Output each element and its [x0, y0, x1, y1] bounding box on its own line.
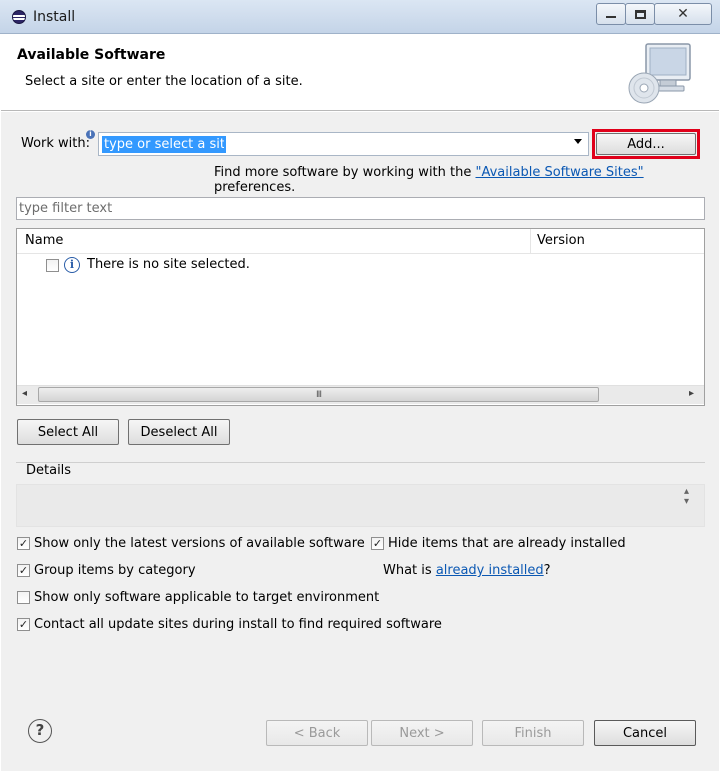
eclipse-app-icon	[12, 10, 26, 24]
table-header	[17, 229, 704, 254]
close-button[interactable]: ✕	[654, 3, 712, 25]
add-button[interactable]: Add...	[596, 133, 696, 155]
already-installed-link[interactable]: already installed	[436, 563, 544, 578]
close-icon: ✕	[677, 6, 689, 22]
page-title: Available Software	[17, 47, 166, 63]
window-title: Install	[33, 9, 76, 25]
next-button[interactable]: Next >	[371, 720, 473, 746]
minimize-button[interactable]	[596, 3, 626, 25]
cancel-button[interactable]: Cancel	[594, 720, 696, 746]
work-with-label: Work with:	[21, 136, 91, 151]
what-is-prefix: What is	[383, 563, 436, 578]
contact-update-sites-checkbox[interactable]: ✓	[17, 618, 30, 631]
target-environment-checkbox[interactable]	[17, 591, 30, 604]
find-more-prefix: Find more software by working with the	[214, 165, 476, 180]
contact-update-sites-label: Contact all update sites during install …	[34, 617, 442, 632]
what-is-installed-text: What is already installed?	[383, 563, 551, 578]
what-is-suffix: ?	[543, 563, 551, 578]
target-environment-label: Show only software applicable to target …	[34, 590, 380, 605]
column-header-name[interactable]: Name	[25, 233, 63, 248]
maximize-button[interactable]	[625, 3, 655, 25]
filter-input[interactable]	[19, 200, 699, 217]
available-software-sites-link[interactable]: "Available Software Sites"	[476, 165, 644, 180]
work-with-combo[interactable]	[98, 132, 589, 156]
details-area	[16, 484, 705, 527]
back-button[interactable]: < Back	[266, 720, 368, 746]
minimize-icon	[606, 16, 616, 18]
details-scroll-arrows-icon[interactable]: ▴ ▾	[684, 487, 689, 507]
contact-update-sites-option[interactable]: ✓ Contact all update sites during instal…	[17, 617, 442, 632]
dropdown-arrow-icon[interactable]	[574, 139, 582, 144]
page-subtitle: Select a site or enter the location of a…	[25, 74, 303, 89]
hide-installed-checkbox[interactable]: ✓	[371, 537, 384, 550]
hide-installed-option[interactable]: ✓ Hide items that are already installed	[371, 536, 626, 551]
scroll-right-arrow-icon[interactable]: ▸	[689, 388, 694, 399]
deselect-all-button[interactable]: Deselect All	[128, 419, 230, 445]
latest-versions-label: Show only the latest versions of availab…	[34, 536, 365, 551]
details-label: Details	[26, 463, 72, 478]
find-more-suffix: preferences.	[214, 180, 296, 195]
hide-installed-label: Hide items that are already installed	[388, 536, 626, 551]
filter-box[interactable]	[16, 197, 705, 220]
latest-versions-checkbox[interactable]: ✓	[17, 537, 30, 550]
software-table[interactable]	[16, 228, 705, 406]
details-separator	[16, 462, 705, 463]
info-decoration-icon: i	[86, 130, 95, 139]
group-by-category-label: Group items by category	[34, 563, 196, 578]
info-icon: i	[64, 257, 80, 273]
group-by-category-option[interactable]: ✓ Group items by category	[17, 563, 196, 578]
column-divider[interactable]	[530, 229, 531, 254]
find-more-text: Find more software by working with the "…	[214, 165, 720, 195]
latest-versions-option[interactable]: ✓ Show only the latest versions of avail…	[17, 536, 365, 551]
target-environment-option[interactable]: Show only software applicable to target …	[17, 590, 379, 605]
monitor-cd-icon	[628, 43, 691, 104]
scroll-left-arrow-icon[interactable]: ◂	[22, 388, 27, 399]
work-with-input[interactable]	[102, 136, 226, 153]
table-row-text: There is no site selected.	[87, 257, 250, 272]
column-header-version[interactable]: Version	[537, 233, 585, 248]
scrollbar-thumb[interactable]: III	[38, 387, 599, 402]
group-by-category-checkbox[interactable]: ✓	[17, 564, 30, 577]
maximize-icon	[634, 9, 646, 19]
select-all-button[interactable]: Select All	[17, 419, 119, 445]
help-icon[interactable]: ?	[28, 719, 52, 743]
finish-button[interactable]: Finish	[482, 720, 584, 746]
row-checkbox[interactable]	[46, 259, 59, 272]
